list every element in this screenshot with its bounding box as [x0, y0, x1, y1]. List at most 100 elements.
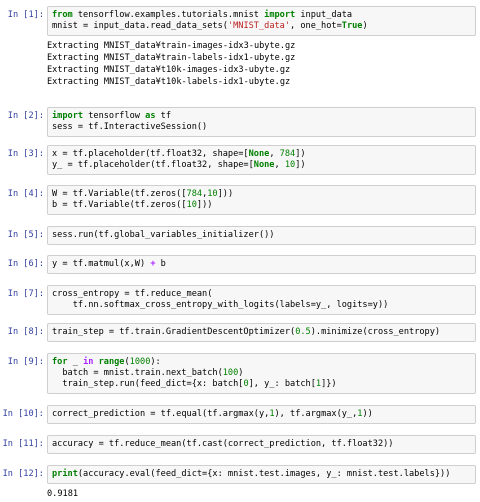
code-token: as: [145, 111, 156, 121]
code-input-area[interactable]: import tensorflow as tf sess = tf.Interac…: [47, 107, 476, 137]
cell-output-line: Extracting MNIST_data¥t10k-images-idx3-u…: [47, 65, 291, 75]
code-input-area[interactable]: sess.run(tf.global_variables_initializer…: [47, 226, 476, 245]
cell-output-line: Extracting MNIST_data¥train-images-idx3-…: [47, 41, 296, 51]
code-line: sess = tf.InteractiveSession(): [52, 122, 471, 133]
code-token: tf.nn.softmax_cross_entropy_with_logits(…: [52, 300, 389, 310]
code-line: W = tf.Variable(tf.zeros([784,10])): [52, 189, 471, 200]
code-token: cross_entropy = tf.reduce_mean(: [52, 289, 213, 299]
code-input-area[interactable]: y = tf.matmul(x,W) + b: [47, 255, 476, 274]
code-token: range: [98, 357, 125, 367]
code-token: ):: [150, 357, 161, 367]
input-prompt: In [3]:: [7, 149, 44, 159]
cell-output-line: Extracting MNIST_data¥train-labels-idx1-…: [47, 53, 296, 63]
code-token: 784: [279, 149, 296, 159]
code-token: (accuracy.eval(feed_dict={x: mnist.test.…: [77, 469, 451, 479]
code-token: 0.5: [295, 327, 311, 337]
code-token: 10: [284, 160, 296, 170]
input-prompt: In [12]:: [2, 469, 44, 479]
code-token: tensorflow: [83, 111, 146, 121]
code-line: x = tf.placeholder(tf.float32, shape=[No…: [52, 149, 471, 160]
input-prompt: In [11]:: [2, 439, 44, 449]
code-input-area[interactable]: from tensorflow.examples.tutorials.mnist…: [47, 6, 476, 36]
code-line: print(accuracy.eval(feed_dict={x: mnist.…: [52, 469, 471, 480]
code-token: ).minimize(cross_entropy): [310, 327, 441, 337]
code-token: ], y_: batch[: [248, 379, 316, 389]
code-input-area[interactable]: x = tf.placeholder(tf.float32, shape=[No…: [47, 145, 476, 175]
code-line: train_step.run(feed_dict={x: batch[0], y…: [52, 379, 471, 390]
code-token: tensorflow.examples.tutorials.mnist: [72, 10, 265, 20]
code-input-area[interactable]: cross_entropy = tf.reduce_mean( tf.nn.so…: [47, 285, 476, 315]
code-token: , one_hot=: [290, 21, 342, 31]
code-input-area[interactable]: for _ in range(1000): batch = mnist.trai…: [47, 353, 476, 394]
code-token: ]}): [321, 379, 337, 389]
code-token: correct_prediction = tf.equal(tf.argmax(…: [52, 409, 270, 419]
code-token: batch = mnist.train.next_batch(: [52, 368, 223, 378]
code-line: b = tf.Variable(tf.zeros([10])): [52, 200, 471, 211]
code-token: from: [52, 10, 73, 20]
code-token: import: [52, 111, 84, 121]
code-line: batch = mnist.train.next_batch(100): [52, 368, 471, 379]
code-token: W = tf.Variable(tf.zeros([: [52, 189, 187, 199]
code-token: ])): [217, 189, 234, 199]
code-token: ), tf.argmax(y_,: [274, 409, 358, 419]
code-token: y = tf.matmul(x,W): [52, 259, 151, 269]
code-token: for: [52, 357, 68, 367]
code-line: y_ = tf.placeholder(tf.float32, shape=[N…: [52, 160, 471, 171]
code-token: ): [238, 368, 244, 378]
code-token: 10: [186, 200, 197, 210]
code-token: _: [67, 357, 84, 367]
code-token: ,: [274, 160, 285, 170]
cell-output-line: 0.9181: [47, 489, 79, 499]
code-token: mnist = input_data.read_data_sets(: [52, 21, 228, 31]
code-token: ]): [295, 149, 306, 159]
input-prompt: In [2]:: [7, 111, 44, 121]
code-token: b: [155, 259, 166, 269]
code-input-area[interactable]: train_step = tf.train.GradientDescentOpt…: [47, 323, 476, 342]
notebook: In [1]: from tensorflow.examples.tutorial…: [0, 0, 480, 502]
input-prompt: In [1]:: [7, 10, 44, 20]
code-token: accuracy = tf.reduce_mean(tf.cast(correc…: [52, 439, 394, 449]
input-prompt: In [8]:: [7, 327, 44, 337]
code-token: ]): [295, 160, 306, 170]
code-input-area[interactable]: correct_prediction = tf.equal(tf.argmax(…: [47, 405, 476, 424]
code-token: sess.run(tf.global_variables_initializer…: [52, 230, 275, 240]
code-line: correct_prediction = tf.equal(tf.argmax(…: [52, 409, 471, 420]
code-line: sess.run(tf.global_variables_initializer…: [52, 230, 471, 241]
code-token: input_data: [295, 10, 353, 20]
code-token: train_step = tf.train.GradientDescentOpt…: [52, 327, 296, 337]
code-line: y = tf.matmul(x,W) + b: [52, 259, 471, 270]
code-token: in: [83, 357, 94, 367]
input-prompt: In [10]:: [2, 409, 44, 419]
code-line: accuracy = tf.reduce_mean(tf.cast(correc…: [52, 439, 471, 450]
code-line: mnist = input_data.read_data_sets('MNIST…: [52, 21, 471, 32]
code-token: ): [362, 21, 368, 31]
code-token: ])): [196, 200, 213, 210]
code-token: 784: [186, 189, 203, 199]
code-token: None: [248, 149, 270, 159]
cell-output-line: Extracting MNIST_data¥t10k-labels-idx1-u…: [47, 77, 291, 87]
input-prompt: In [5]:: [7, 230, 44, 240]
code-token: 100: [222, 368, 239, 378]
code-line: cross_entropy = tf.reduce_mean(: [52, 289, 471, 300]
code-line: train_step = tf.train.GradientDescentOpt…: [52, 327, 471, 338]
code-token: True: [341, 21, 363, 31]
input-prompt: In [4]:: [7, 189, 44, 199]
code-token: train_step.run(feed_dict={x: batch[: [52, 379, 244, 389]
code-input-area[interactable]: accuracy = tf.reduce_mean(tf.cast(correc…: [47, 435, 476, 454]
code-line: for _ in range(1000):: [52, 357, 471, 368]
input-prompt: In [9]:: [7, 357, 44, 367]
code-token: ,: [269, 149, 280, 159]
code-token: print: [52, 469, 78, 479]
code-token: sess = tf.InteractiveSession(): [52, 122, 208, 132]
code-input-area[interactable]: W = tf.Variable(tf.zeros([784,10])) b = t…: [47, 185, 476, 215]
code-token: None: [253, 160, 275, 170]
code-token: tf: [155, 111, 172, 121]
code-line: import tensorflow as tf: [52, 111, 471, 122]
code-token: import: [264, 10, 296, 20]
code-input-area[interactable]: print(accuracy.eval(feed_dict={x: mnist.…: [47, 465, 476, 484]
code-token: 1000: [129, 357, 151, 367]
code-token: )): [362, 409, 373, 419]
code-line: tf.nn.softmax_cross_entropy_with_logits(…: [52, 300, 471, 311]
code-token: y_ = tf.placeholder(tf.float32, shape=[: [52, 160, 254, 170]
code-line: from tensorflow.examples.tutorials.mnist…: [52, 10, 471, 21]
